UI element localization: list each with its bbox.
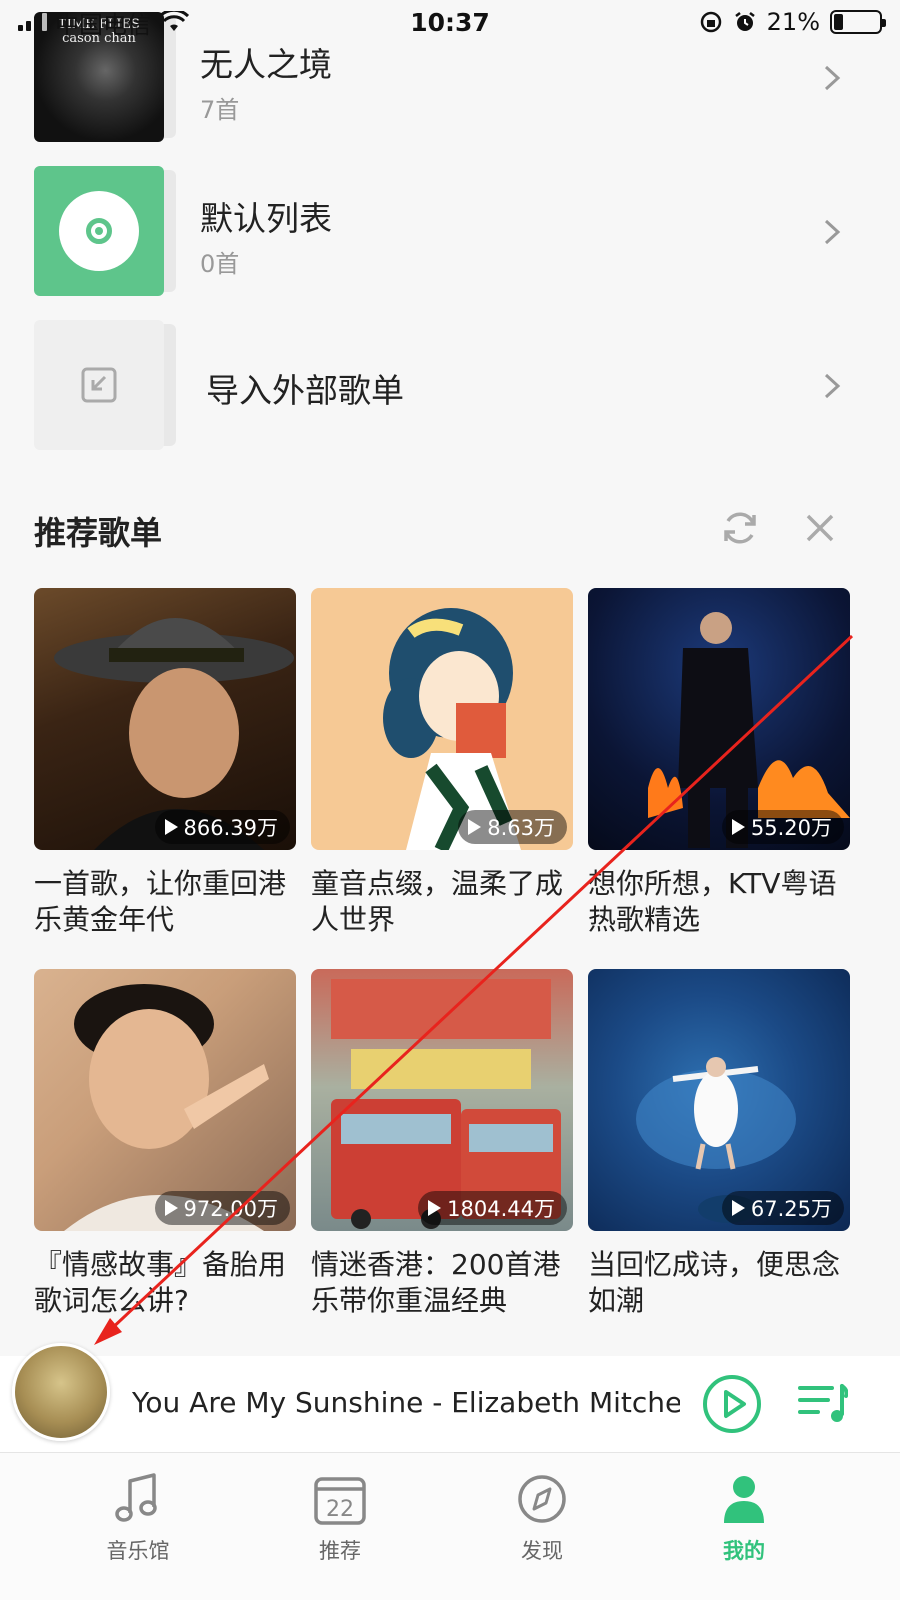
play-count: 972.00万 [183, 1197, 278, 1221]
play-count: 55.20万 [750, 816, 832, 840]
user-icon [724, 1476, 764, 1523]
playlist-count: 0首 [200, 250, 240, 278]
playlist-title: 一首歌，让你重回港乐黄金年代 [34, 867, 287, 936]
play-count-badge: 866.39万 [154, 810, 290, 844]
playlist-title: 导入外部歌单 [206, 371, 404, 410]
status-left: 中国电信 [18, 5, 189, 40]
playlist-count: 7首 [200, 96, 240, 124]
playlist-queue-icon[interactable] [798, 1382, 848, 1426]
bottom-tab-bar: 音乐馆 22 推荐 发现 我的 [0, 1452, 900, 1600]
calendar-day: 22 [326, 1497, 354, 1522]
import-icon [34, 320, 164, 450]
alarm-icon [734, 12, 755, 31]
chevron-right-icon [824, 373, 841, 399]
refresh-icon[interactable] [720, 508, 760, 548]
signal-icon [18, 13, 47, 31]
playlist-title: 情迷香港：200首港乐带你重温经典 [311, 1248, 561, 1317]
playlist-cover-image: 55.20万 [588, 588, 850, 850]
playlist-cover-image: 866.39万 [34, 588, 296, 850]
play-count-badge: 8.63万 [458, 810, 567, 844]
section-title: 推荐歌单 [34, 514, 163, 552]
play-count: 1804.44万 [447, 1197, 555, 1221]
tab-music-hall[interactable]: 音乐馆 [78, 1471, 198, 1565]
playlist-cover-image: 1804.44万 [311, 969, 573, 1231]
tab-label: 发现 [521, 1539, 563, 1563]
tab-mine[interactable]: 我的 [684, 1471, 804, 1565]
status-right: 21% [699, 8, 886, 36]
now-playing-album-art[interactable] [12, 1343, 110, 1441]
playlist-row[interactable]: 默认列表 0首 [0, 166, 900, 296]
tab-label: 推荐 [319, 1539, 361, 1563]
battery-icon [830, 10, 886, 34]
chevron-right-icon [824, 219, 841, 245]
play-count-badge: 55.20万 [721, 810, 844, 844]
play-count: 8.63万 [487, 816, 555, 840]
disc-icon [34, 166, 164, 296]
calendar-icon: 22 [314, 1477, 366, 1525]
playlist-title: 『情感故事』备胎用歌词怎么讲? [34, 1248, 287, 1317]
battery-fill [834, 14, 844, 30]
playlist-cover-image: 67.25万 [588, 969, 850, 1231]
chevron-right-icon [824, 65, 841, 91]
play-count-badge: 972.00万 [154, 1191, 290, 1225]
wifi-icon [159, 11, 189, 31]
compass-icon [518, 1475, 566, 1523]
import-playlist-row[interactable]: 导入外部歌单 [0, 320, 900, 450]
playlist-title: 想你所想，KTV粤语热歌精选 [588, 867, 837, 936]
tab-label: 音乐馆 [106, 1539, 170, 1563]
playlist-cover-image: 8.63万 [311, 588, 573, 850]
carrier-label: 中国电信 [55, 10, 151, 39]
play-count: 866.39万 [183, 816, 278, 840]
play-circle-icon[interactable] [702, 1374, 762, 1434]
battery-percent: 21% [766, 8, 820, 36]
playlist-cover-image: 972.00万 [34, 969, 296, 1231]
play-count: 67.25万 [750, 1197, 832, 1221]
playlist-title: 默认列表 [200, 199, 332, 238]
status-bar: 中国电信 10:37 21% [0, 0, 900, 44]
tab-recommend[interactable]: 22 推荐 [280, 1471, 400, 1565]
playlist-title: 童音点缀，温柔了成人世界 [311, 867, 564, 936]
now-playing-title[interactable]: You Are My Sunshine - Elizabeth Mitchell [132, 1386, 680, 1419]
playlist-title: 无人之境 [200, 45, 332, 84]
tab-label: 我的 [723, 1539, 765, 1563]
tab-discover[interactable]: 发现 [482, 1471, 602, 1565]
close-icon[interactable] [802, 510, 838, 546]
rotation-lock-icon [700, 11, 721, 33]
play-count-badge: 67.25万 [721, 1191, 844, 1225]
play-count-badge: 1804.44万 [418, 1191, 567, 1225]
music-note-icon [115, 1473, 157, 1522]
playlist-title: 当回忆成诗，便思念如潮 [588, 1248, 841, 1317]
